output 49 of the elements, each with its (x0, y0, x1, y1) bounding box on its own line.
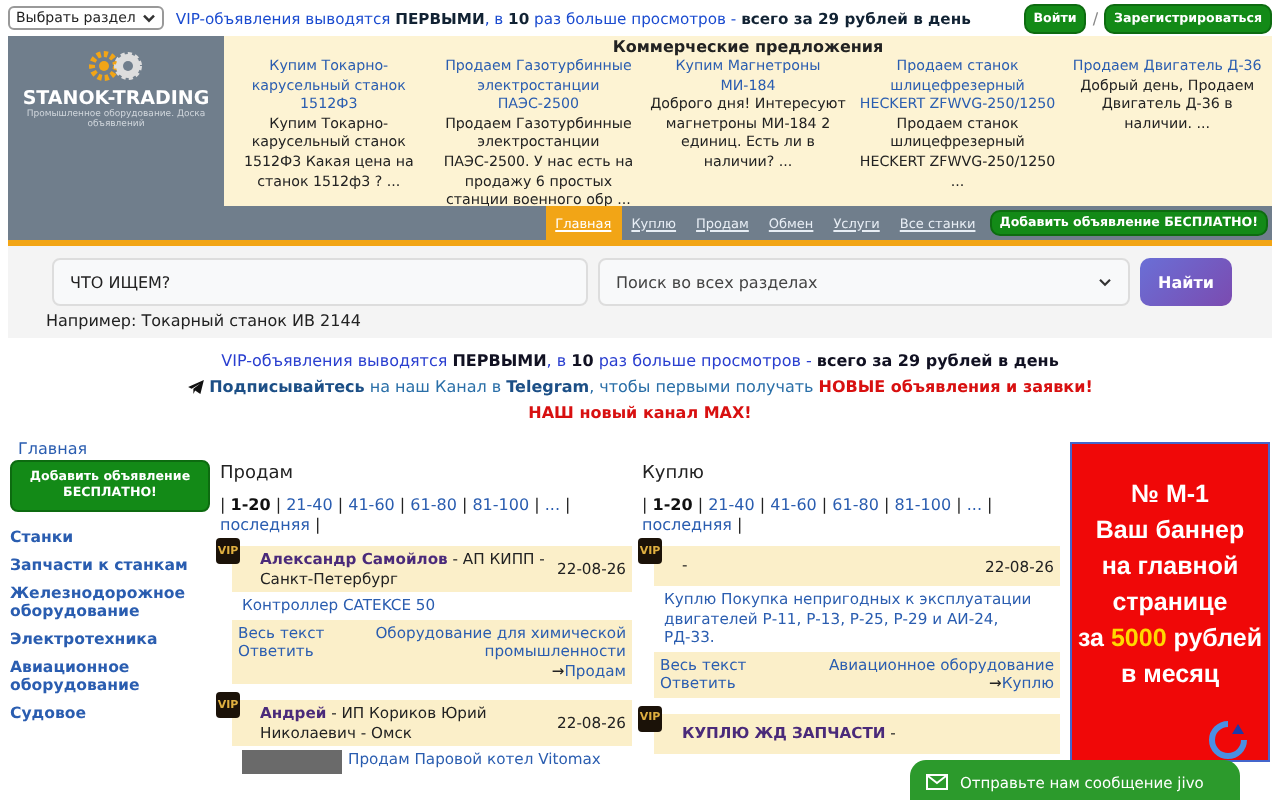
chevron-icon (141, 13, 156, 23)
page-link[interactable]: 21-40 (286, 496, 333, 514)
scope-dropdown[interactable]: Поиск во всех разделах (598, 258, 1131, 306)
page-link[interactable]: последняя (642, 516, 732, 534)
page-link[interactable]: 61-80 (410, 496, 457, 514)
page-link[interactable]: 81-100 (472, 496, 530, 514)
recaptcha-icon (1208, 720, 1248, 760)
page-link[interactable]: последняя (220, 516, 310, 534)
pipe: | (737, 516, 743, 534)
chevron-icon (1098, 277, 1113, 287)
pipe: | (461, 496, 468, 514)
max-channel-link[interactable]: НАШ новый канал MAX! (528, 404, 752, 422)
separator: / (1092, 9, 1099, 27)
page-link[interactable]: 61-80 (832, 496, 879, 514)
pipe: | (534, 496, 540, 514)
ad-banner[interactable]: № М-1 Ваш баннер на главной странице за 5000 рублей в месяц (1070, 442, 1270, 762)
pipe: | (956, 496, 962, 514)
pipe: | (697, 496, 704, 514)
pipe: | (883, 496, 890, 514)
search-example: Например: Токарный станок ИВ 2144 (46, 312, 361, 330)
page-link[interactable]: ... (966, 496, 982, 514)
breadcrumb-link[interactable]: Главная (18, 440, 88, 458)
pipe: | (220, 496, 226, 514)
page-link[interactable]: ... (544, 496, 560, 514)
page-link[interactable]: 41-60 (770, 496, 817, 514)
page-link[interactable]: 1-20 (230, 496, 271, 514)
pipe: | (565, 496, 571, 514)
pipe: | (399, 496, 406, 514)
pipe: | (275, 496, 282, 514)
pipe: | (642, 496, 648, 514)
pipe: | (315, 516, 321, 534)
offers-title: Коммерческие предложения (610, 38, 886, 56)
logo-name: STANOK-TRADING (22, 88, 210, 110)
column-title: Куплю (642, 464, 706, 484)
search-button[interactable]: Найти (1140, 258, 1232, 306)
column-title: Продам (220, 464, 296, 484)
page-link[interactable]: 1-20 (652, 496, 693, 514)
pipe: | (987, 496, 993, 514)
telegram-link[interactable]: Подписывайтесь на наш Канал в Telegram, чтобы первыми получать НОВЫЕ объявления и заявки! (209, 378, 1093, 396)
page-link[interactable]: 41-60 (348, 496, 395, 514)
mail-icon (926, 774, 948, 790)
pipe: | (821, 496, 828, 514)
paper-plane-icon (187, 380, 204, 394)
pipe: | (337, 496, 344, 514)
page-link[interactable]: 21-40 (708, 496, 755, 514)
pipe: | (759, 496, 766, 514)
page-link[interactable]: 81-100 (894, 496, 952, 514)
search-field[interactable]: ЧТО ИЩЕМ? (52, 258, 588, 306)
vip-notice-link[interactable]: VIP-объявления выводятся ПЕРВЫМИ, в 10 раз больше просмотров - всего за 29 рублей в день (221, 352, 1059, 370)
